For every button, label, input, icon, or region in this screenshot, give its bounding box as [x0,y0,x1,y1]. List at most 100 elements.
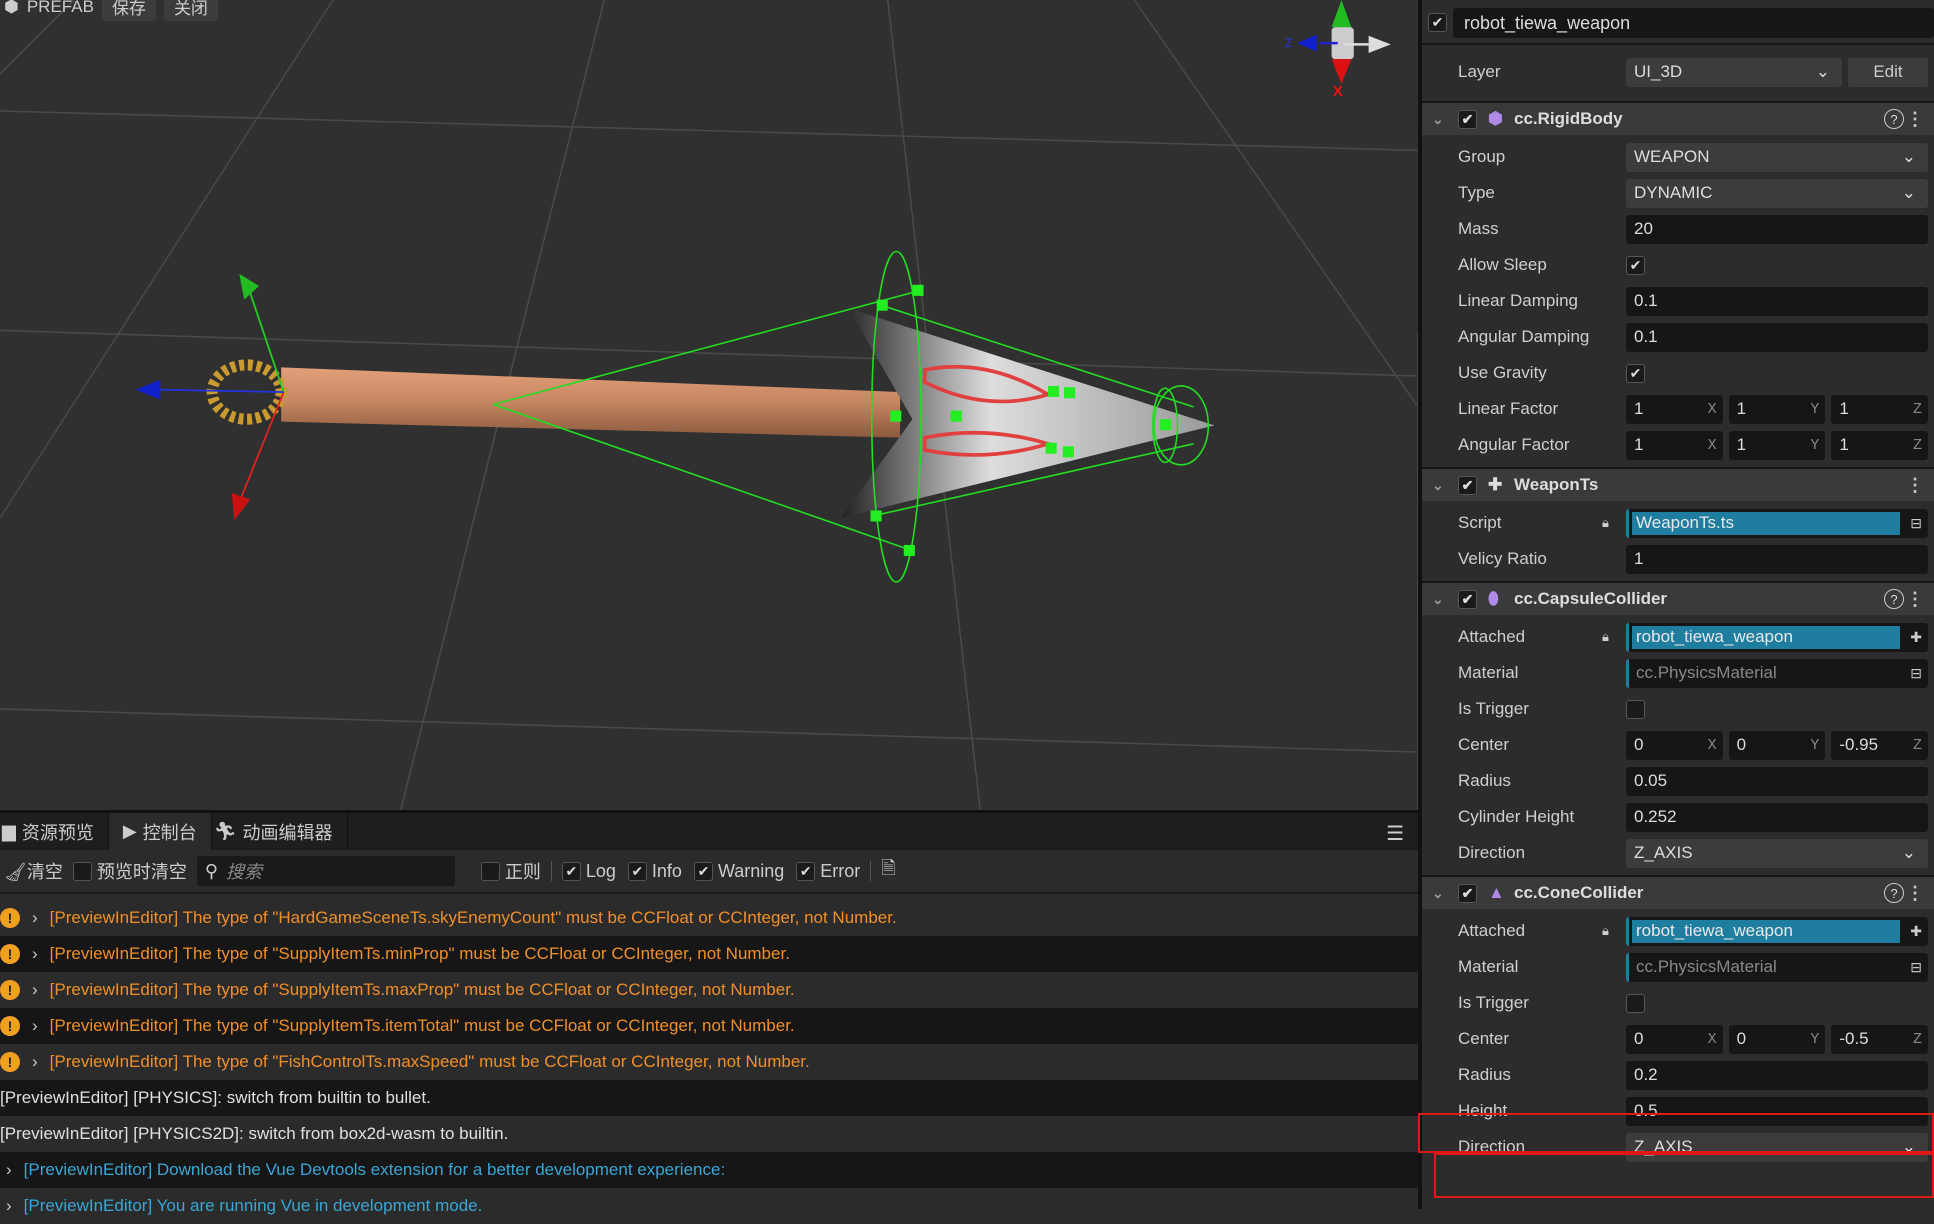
puzzle-icon[interactable]: ✚ [1910,629,1922,646]
component-enabled-checkbox[interactable]: ✔ [1458,109,1477,129]
vector-component-input[interactable]: 0X [1626,730,1723,760]
property-label: Material [1458,957,1519,976]
more-options-icon[interactable]: ⋮ [1906,883,1924,904]
help-icon[interactable]: ? [1884,109,1904,129]
expand-chevron-icon[interactable]: › [32,980,38,1000]
component-header[interactable]: ⌄ ✔ ▲ cc.ConeCollider? ⋮ [1422,875,1934,909]
inbox-icon[interactable]: ⊟ [1910,959,1922,976]
component-enabled-checkbox[interactable]: ✔ [1458,589,1477,609]
property-checkbox[interactable] [1626,699,1645,719]
save-button[interactable]: 保存 [101,0,156,21]
property-input[interactable]: 0.2 [1626,1060,1928,1090]
collapse-chevron-icon[interactable]: ⌄ [1432,591,1444,608]
component-enabled-checkbox[interactable]: ✔ [1458,883,1477,903]
vector-component-input[interactable]: 0X [1626,1024,1723,1054]
expand-chevron-icon[interactable]: › [6,1160,12,1180]
more-options-icon[interactable]: ⋮ [1906,109,1924,130]
vector-component-input[interactable]: 1Z [1831,394,1929,424]
collapse-chevron-icon[interactable]: ⌄ [1432,477,1444,494]
asset-field[interactable]: cc.PhysicsMaterial ⊟ [1626,658,1928,688]
inbox-icon[interactable]: ⊟ [1910,515,1922,532]
collapse-chevron-icon[interactable]: ⌄ [1432,885,1444,902]
log-entry[interactable]: [PreviewInEditor] [PHYSICS]: switch from… [0,1080,1418,1116]
expand-chevron-icon[interactable]: › [32,944,38,964]
tab-0[interactable]: ▆ 资源预览 [0,813,109,850]
filter-warning-checkbox[interactable]: ✔ Warning [693,861,784,882]
vector-component-input[interactable]: -0.95 Z [1831,730,1929,760]
vector-component-input[interactable]: 1X [1626,430,1723,460]
tab-1[interactable]: ▶ 控制台 [108,813,212,850]
regex-checkbox[interactable]: 正则 [480,858,541,884]
asset-field[interactable]: cc.PhysicsMaterial ⊟ [1626,952,1928,982]
log-entry[interactable]: ! › [PreviewInEditor] The type of "HardGam… [0,900,1418,936]
vector-component-input[interactable]: 1X [1626,394,1723,424]
component-header[interactable]: ⌄ ✔ ✚ WeaponTs ⋮ [1422,467,1934,501]
vector-component-input[interactable]: 1Y [1728,394,1826,424]
property-input[interactable]: 0.05 [1626,766,1928,796]
more-options-icon[interactable]: ⋮ [1906,589,1924,610]
asset-field[interactable]: robot_tiewa_weapon ✚ [1626,916,1928,946]
filter-error-checkbox[interactable]: ✔ Error [796,861,860,882]
log-entry[interactable]: › [PreviewInEditor] You are running Vue i… [0,1188,1418,1224]
filter-log-checkbox[interactable]: ✔ Log [561,861,616,882]
filter-info-checkbox[interactable]: ✔ Info [627,861,682,882]
prefab-icon: ⬢ [4,0,19,16]
property-input[interactable]: 0.1 [1626,322,1928,352]
help-icon[interactable]: ? [1884,589,1904,609]
property-checkbox[interactable] [1626,993,1645,1013]
log-entry[interactable]: ! › [PreviewInEditor] The type of "SupplyI… [0,936,1418,972]
layer-select[interactable]: UI_3D ⌄ [1626,57,1842,87]
property-checkbox[interactable]: ✔ [1626,255,1645,275]
more-options-icon[interactable]: ⋮ [1906,475,1924,496]
help-icon[interactable]: ? [1884,883,1904,903]
component-enabled-checkbox[interactable]: ✔ [1458,475,1477,495]
component-header[interactable]: ⌄ ✔ ⬢ cc.RigidBody? ⋮ [1422,101,1934,135]
document-icon[interactable]: 🗎︎ [881,856,895,886]
scene-canvas[interactable]: X Z [0,0,1418,810]
property-checkbox[interactable]: ✔ [1626,363,1645,383]
axis-label: Z [1913,436,1923,454]
property-label: Attached [1458,627,1526,646]
node-name-input[interactable]: robot_tiewa_weapon [1453,8,1934,38]
property-select[interactable]: WEAPON ⌄ [1626,142,1928,172]
close-button[interactable]: 关闭 [163,0,218,21]
property-select[interactable]: Z_AXIS ⌄ [1626,838,1928,868]
weapon-model[interactable] [206,308,1215,518]
vector-component-input[interactable]: 1Z [1831,430,1929,460]
property-select[interactable]: DYNAMIC ⌄ [1626,178,1928,208]
property-input[interactable]: 0.1 [1626,286,1928,316]
clear-button[interactable]: 🧹︎清空 [4,858,63,884]
clear-on-preview-checkbox[interactable]: 预览时清空 [72,858,187,884]
vector-component-input[interactable]: 0Y [1728,730,1826,760]
layer-edit-button[interactable]: Edit [1848,57,1928,87]
log-list[interactable]: ! › [PreviewInEditor] The type of "HardGam… [0,900,1418,1224]
expand-chevron-icon[interactable]: › [32,1016,38,1036]
log-entry[interactable]: [PreviewInEditor] [PHYSICS2D]: switch fr… [0,1116,1418,1152]
expand-chevron-icon[interactable]: › [32,1052,38,1072]
vector-component-input[interactable]: 1Y [1728,430,1826,460]
component-header[interactable]: ⌄ ✔ ⬮ cc.CapsuleCollider? ⋮ [1422,581,1934,615]
vector-component-input[interactable]: 0Y [1728,1024,1826,1054]
node-enabled-checkbox[interactable]: ✔ [1428,13,1447,32]
collapse-chevron-icon[interactable]: ⌄ [1432,111,1444,128]
asset-field[interactable]: robot_tiewa_weapon ✚ [1626,622,1928,652]
vector-component-input[interactable]: -0.5 Z [1831,1024,1929,1054]
orientation-gizmo[interactable]: X Z [1285,0,1391,100]
asset-field[interactable]: WeaponTs.ts ⊟ [1626,508,1928,538]
inbox-icon[interactable]: ⊟ [1910,665,1922,682]
log-entry[interactable]: ! › [PreviewInEditor] The type of "FishCon… [0,1044,1418,1080]
transform-gizmo[interactable] [135,273,285,521]
tab-2[interactable]: 🏃︎ 动画编辑器 [212,813,348,850]
property-input[interactable]: 20 [1626,214,1928,244]
puzzle-icon[interactable]: ✚ [1910,923,1922,940]
expand-chevron-icon[interactable]: › [6,1196,12,1216]
log-entry[interactable]: ! › [PreviewInEditor] The type of "SupplyI… [0,1008,1418,1044]
menu-icon[interactable]: ☰ [1386,821,1404,846]
scene-viewport[interactable]: X Z ⬢ PREFAB 保存 关闭 [0,0,1418,810]
log-entry[interactable]: › [PreviewInEditor] Download the Vue Devt… [0,1152,1418,1188]
property-input[interactable]: 1 [1626,544,1928,574]
property-input[interactable]: 0.252 [1626,802,1928,832]
expand-chevron-icon[interactable]: › [32,908,38,928]
log-entry[interactable]: ! › [PreviewInEditor] The type of "SupplyI… [0,972,1418,1008]
search-input[interactable]: ⚲ 搜索 [196,856,455,886]
